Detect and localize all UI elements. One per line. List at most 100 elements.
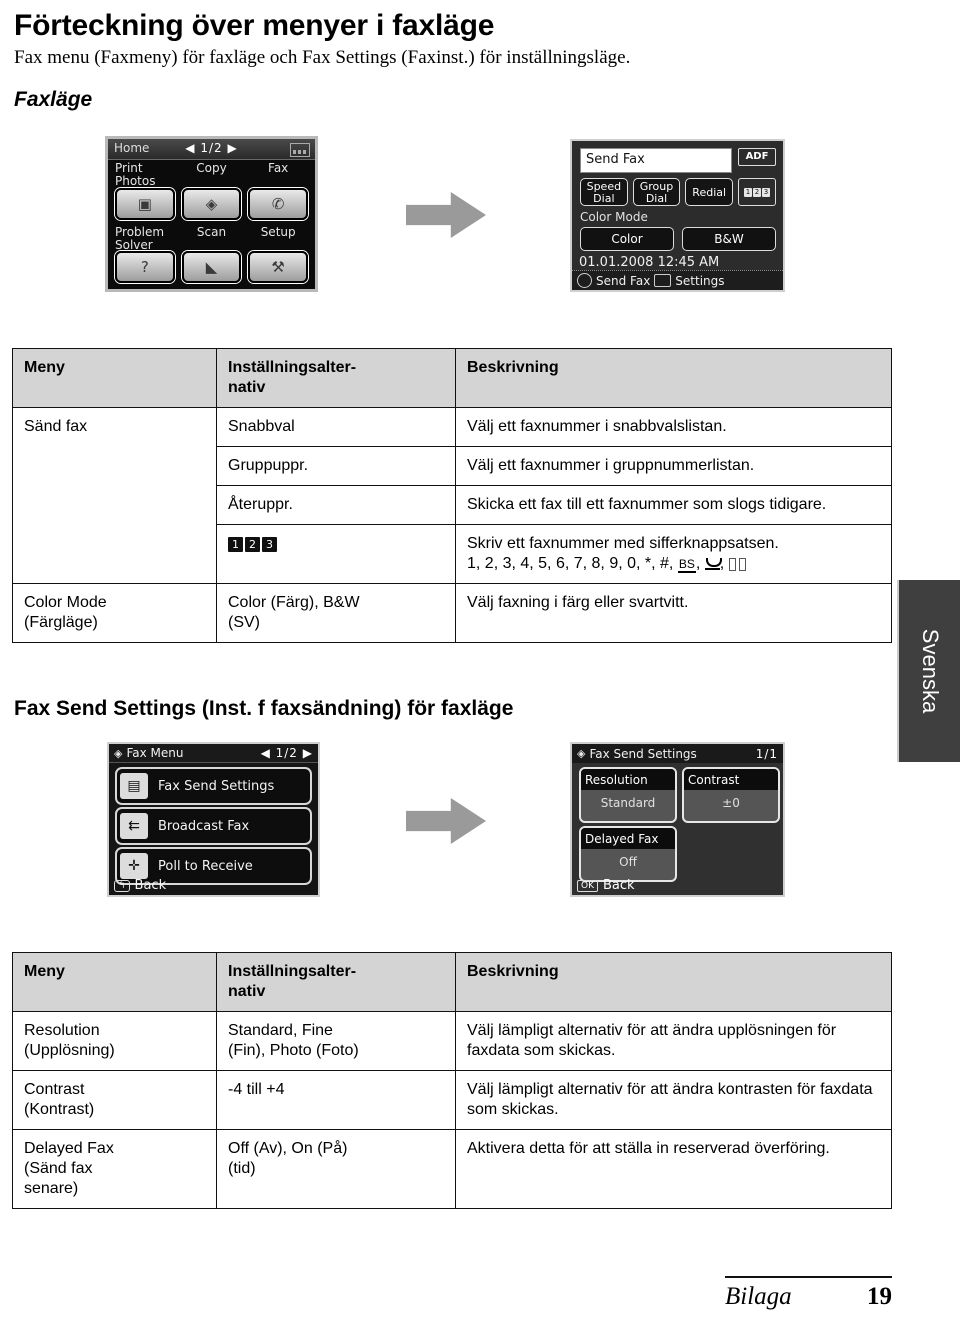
fax-mode-table: Meny Inställningsalter-nativ Beskrivning… xyxy=(12,348,892,643)
footer-divider xyxy=(725,1276,892,1278)
lcd-back-control[interactable]: OK Back xyxy=(577,878,635,893)
color-button[interactable]: Color xyxy=(580,227,674,251)
keypad-123-icon[interactable]: 1 2 3 xyxy=(738,178,777,206)
menu-button-icon xyxy=(654,274,672,287)
group-dial-button[interactable]: Group Dial xyxy=(632,178,681,206)
description-characters: 1, 2, 3, 4, 5, 6, 7, 8, 9, 0, *, #, xyxy=(467,555,674,572)
column-header-meny: Meny xyxy=(12,348,217,408)
footer-label: Bilaga xyxy=(725,1283,792,1310)
poll-to-receive-icon: ✛ xyxy=(120,853,148,879)
lcd-setting-card-resolution[interactable]: Resolution Standard xyxy=(579,767,677,823)
cell-description: Aktivera detta för att ställa in reserve… xyxy=(455,1129,892,1209)
lcd-timestamp: 01.01.2008 12:45 AM xyxy=(579,255,720,270)
pause-icon xyxy=(704,558,722,570)
lcd-tile-setup[interactable]: Setup ⚒ xyxy=(245,225,311,288)
cell-menu-contrast: Contrast (Kontrast) xyxy=(12,1070,217,1130)
lcd-menu-item-fax-send-settings[interactable]: ▤ Fax Send Settings xyxy=(115,767,312,805)
description-line-1: Skriv ett faxnummer med sifferknappsatse… xyxy=(467,535,779,552)
cell-menu-sand-fax: Sänd fax xyxy=(12,407,217,584)
cell-option-snabbval: Snabbval xyxy=(216,407,456,447)
table-row: Sänd fax Snabbval Välj ett faxnummer i s… xyxy=(12,407,892,584)
column-header-installningsalternativ: Inställningsalter-nativ xyxy=(216,952,456,1012)
footer: Bilaga 19 xyxy=(725,1283,892,1311)
lcd-fax-menu-titlebar: ◈ Fax Menu ◀ 1/2 ▶ xyxy=(109,744,318,763)
lcd-setting-name: Delayed Fax xyxy=(581,828,675,849)
keypad-key-2: 2 xyxy=(753,187,762,197)
lcd-screenshot-fax-menu: ◈ Fax Menu ◀ 1/2 ▶ ▤ Fax Send Settings ⇇… xyxy=(107,742,320,897)
cell-option-gruppuppr: Gruppuppr. xyxy=(216,446,456,486)
backspace-icon: BS xyxy=(677,557,696,573)
lcd-back-label: Back xyxy=(603,878,635,893)
broadcast-fax-icon: ⇇ xyxy=(120,813,148,839)
column-header-meny: Meny xyxy=(12,952,217,1012)
lcd-tile-scan[interactable]: Scan ◣ xyxy=(179,225,245,288)
lcd-tile-print-photos[interactable]: Print Photos ▣ xyxy=(112,161,178,224)
next-arrow-icon[interactable]: ▶ xyxy=(227,141,237,155)
section-heading-fax-send-settings: Fax Send Settings (Inst. f faxsändning) … xyxy=(14,697,514,720)
tools-icon[interactable]: ⚒ xyxy=(248,251,308,283)
lcd-menu-item-label: Fax Send Settings xyxy=(158,778,275,794)
keypad-key-1: 1 xyxy=(744,187,753,197)
column-header-beskrivning: Beskrivning xyxy=(455,952,892,1012)
lcd-screenshot-home: Home ◀ 1/2 ▶ Print Photos ▣ Copy ◈ Fax ✆ … xyxy=(105,136,318,292)
lcd-setting-value: Off xyxy=(619,855,637,869)
lcd-back-label: Back xyxy=(134,878,167,893)
lcd-tile-label: Copy xyxy=(196,161,227,175)
lcd-fss-title: Fax Send Settings xyxy=(589,746,697,761)
lcd-setting-card-contrast[interactable]: Contrast ±0 xyxy=(682,767,780,823)
speed-dial-button[interactable]: Speed Dial xyxy=(580,178,628,206)
bw-button[interactable]: B&W xyxy=(682,227,776,251)
lcd-fax-number-field[interactable]: Send Fax xyxy=(580,148,732,173)
lcd-tile-copy[interactable]: Copy ◈ xyxy=(179,161,245,224)
description-line-2: 1, 2, 3, 4, 5, 6, 7, 8, 9, 0, *, #, BS, … xyxy=(467,554,879,574)
lcd-menu-item-label: Broadcast Fax xyxy=(158,818,250,834)
lcd-send-fax-buttons: Speed Dial Group Dial Redial 1 2 3 xyxy=(580,178,777,206)
page-subtitle: Fax menu (Faxmeny) för faxläge och Fax S… xyxy=(14,47,631,68)
footer-settings-label: Settings xyxy=(675,273,725,288)
lcd-screenshot-send-fax: Send Fax ADF Speed Dial Group Dial Redial … xyxy=(570,139,785,292)
help-icon[interactable]: ? xyxy=(115,251,175,283)
keypad-123-icon: 1 2 3 xyxy=(228,537,277,552)
table-row: Delayed Fax (Sänd fax senare) Off (Av), On… xyxy=(12,1129,892,1209)
lcd-tile-problem-solver[interactable]: Problem Solver ? xyxy=(112,225,178,288)
lcd-tile-label: Scan xyxy=(196,224,227,239)
fax-send-settings-table: Meny Inställningsalter-nativ Beskrivning… xyxy=(12,952,892,1209)
cell-option-keypad: 1 2 3 xyxy=(216,524,456,584)
column-header-beskrivning: Beskrivning xyxy=(455,348,892,408)
lcd-screenshot-fax-send-settings: ◈ Fax Send Settings 1/1 Resolution Stand… xyxy=(570,742,785,897)
page-title: Förteckning över menyer i faxläge xyxy=(14,9,495,42)
lcd-home-titlebar: Home ◀ 1/2 ▶ xyxy=(108,139,315,160)
prev-arrow-icon[interactable]: ◀ xyxy=(185,141,195,155)
lcd-color-mode-buttons: Color B&W xyxy=(580,227,776,251)
adf-badge: ADF xyxy=(738,148,776,166)
next-arrow-icon[interactable]: ▶ xyxy=(303,746,313,760)
lcd-setting-name: Resolution xyxy=(581,769,675,790)
lcd-setting-value: Standard xyxy=(600,796,656,810)
lcd-setting-card-delayed-fax[interactable]: Delayed Fax Off xyxy=(579,826,677,882)
lcd-tile-fax[interactable]: Fax ✆ xyxy=(245,161,311,224)
cell-description: Skriv ett faxnummer med sifferknappsatse… xyxy=(455,524,892,584)
keypad-key-2: 2 xyxy=(245,537,260,552)
lcd-fss-titlebar: ◈ Fax Send Settings 1/1 xyxy=(572,744,783,763)
cell-description: Skicka ett fax till ett faxnummer som sl… xyxy=(455,485,892,525)
cell-option-ateruppr: Återuppr. xyxy=(216,485,456,525)
fax-menu-icon: ◈ xyxy=(577,747,586,760)
network-icon xyxy=(290,143,310,157)
cell-description: Välj lämpligt alternativ för att ändra u… xyxy=(455,1011,892,1071)
photo-icon[interactable]: ▣ xyxy=(115,187,175,220)
cell-description: Välj lämpligt alternativ för att ändra k… xyxy=(455,1070,892,1130)
prev-arrow-icon[interactable]: ◀ xyxy=(261,746,271,760)
lcd-back-control[interactable]: ↰ Back xyxy=(114,878,166,893)
lcd-home-page-number: 1/2 xyxy=(200,141,223,155)
scan-icon[interactable]: ◣ xyxy=(181,251,242,283)
redial-button[interactable]: Redial xyxy=(685,178,734,206)
lcd-menu-item-broadcast-fax[interactable]: ⇇ Broadcast Fax xyxy=(115,807,312,845)
cell-option-delayed-fax: Off (Av), On (På) (tid) xyxy=(216,1129,456,1209)
table-header-row: Meny Inställningsalter-nativ Beskrivning xyxy=(12,348,892,408)
cell-menu-color-mode: Color Mode (Färgläge) xyxy=(12,583,217,643)
keypad-key-3: 3 xyxy=(262,537,277,552)
copy-icon[interactable]: ◈ xyxy=(181,187,242,220)
fax-icon[interactable]: ✆ xyxy=(248,187,308,220)
cell-option-contrast: -4 till +4 xyxy=(216,1070,456,1130)
language-side-tab: Svenska xyxy=(897,580,960,762)
